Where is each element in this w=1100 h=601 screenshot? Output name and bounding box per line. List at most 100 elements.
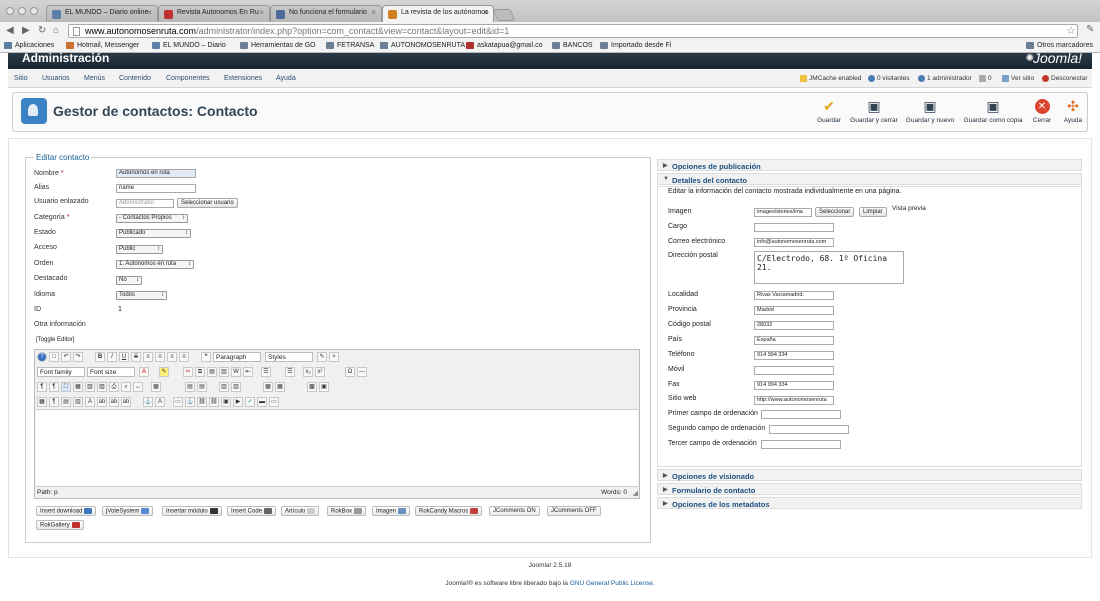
bookmark-item[interactable]: askatapua@gmail.co bbox=[466, 42, 542, 49]
align-center-icon[interactable]: ≡ bbox=[155, 352, 165, 362]
sort2-input[interactable] bbox=[769, 425, 849, 434]
close-tab-icon[interactable]: × bbox=[147, 8, 152, 17]
gpl-license-link[interactable]: GNU General Public License. bbox=[570, 580, 655, 587]
insert-layer-icon[interactable]: ▦ bbox=[37, 397, 47, 407]
row-after-icon[interactable]: ▤ bbox=[197, 382, 207, 392]
editor-text-area[interactable] bbox=[36, 409, 638, 487]
postcode-input[interactable]: 28032 bbox=[754, 321, 834, 330]
clear-image-button[interactable]: Limpiar bbox=[859, 207, 887, 217]
table-icon[interactable]: ▦ bbox=[151, 382, 161, 392]
publishing-options-panel[interactable]: ▶ Opciones de publicación bbox=[657, 159, 1082, 171]
font-family-select[interactable]: Font family bbox=[37, 367, 85, 377]
insert-code-button[interactable]: Insert Code bbox=[227, 506, 277, 516]
cleanup-icon[interactable]: ✧ bbox=[329, 352, 339, 362]
replace-icon[interactable]: ↔ bbox=[133, 382, 143, 392]
numbered-list-icon[interactable]: ☰ bbox=[285, 367, 295, 377]
media-icon[interactable]: ▶ bbox=[233, 397, 243, 407]
city-input[interactable]: Rivas Vaciamadrid. bbox=[754, 291, 834, 300]
split-cells-icon[interactable]: ▦ bbox=[263, 382, 273, 392]
bookmark-item[interactable]: Aplicaciones bbox=[4, 42, 54, 49]
browser-tab-revista[interactable]: Revista Autonomos En Ru × bbox=[158, 5, 270, 22]
browser-tab-active[interactable]: La revista de los autónomos × bbox=[382, 5, 494, 22]
select-user-button[interactable]: Seleccionar usuario bbox=[177, 198, 238, 208]
eraser-icon[interactable]: ✎ bbox=[317, 352, 327, 362]
rokcandy-button[interactable]: RokCandy Macros bbox=[415, 506, 483, 516]
phone-input[interactable]: 914 994 334 bbox=[754, 351, 834, 360]
bookmark-item[interactable]: Importado desde Fi bbox=[600, 42, 671, 49]
bullet-list-icon[interactable]: ☰ bbox=[261, 367, 271, 377]
anchor-icon[interactable]: ⚓ bbox=[143, 397, 153, 407]
align-justify-icon[interactable]: ≡ bbox=[179, 352, 189, 362]
undo-icon[interactable]: ↶ bbox=[61, 352, 71, 362]
display-options-panel[interactable]: ▶ Opciones de visionado bbox=[657, 469, 1082, 481]
new-tab-button[interactable] bbox=[492, 9, 516, 21]
bookmark-item[interactable]: BANCOS bbox=[552, 42, 593, 49]
paragraph-select[interactable]: Paragraph bbox=[213, 352, 261, 362]
align-right-icon[interactable]: ≡ bbox=[167, 352, 177, 362]
province-input[interactable]: Madrid bbox=[754, 306, 834, 315]
wrench-icon[interactable]: ✎ bbox=[1086, 24, 1094, 35]
styles-select[interactable]: Styles bbox=[265, 352, 313, 362]
column-after-icon[interactable]: ▥ bbox=[231, 382, 241, 392]
insert-download-button[interactable]: Insert download bbox=[36, 506, 97, 516]
font-size-select[interactable]: Font size bbox=[87, 367, 135, 377]
email-input[interactable]: info@autonomosenruta.com bbox=[754, 238, 834, 247]
linked-user-input[interactable]: Administrator bbox=[116, 199, 174, 208]
bold-icon[interactable]: B bbox=[95, 352, 105, 362]
sort1-input[interactable] bbox=[761, 410, 841, 419]
copy-icon[interactable]: ⧉ bbox=[195, 367, 205, 377]
cite-icon[interactable]: ▤ bbox=[61, 397, 71, 407]
close-tab-icon[interactable]: × bbox=[483, 8, 488, 17]
anchor-link-icon[interactable]: ⚓ bbox=[185, 397, 195, 407]
row-before-icon[interactable]: ▤ bbox=[185, 382, 195, 392]
bookmark-item[interactable]: EL MUNDO – Diario bbox=[152, 42, 226, 49]
ltr-icon[interactable]: ¶ bbox=[37, 382, 47, 392]
spellcheck-icon[interactable]: ✓ bbox=[245, 397, 255, 407]
menu-contenido[interactable]: Contenido bbox=[119, 75, 151, 82]
menu-usuarios[interactable]: Usuarios bbox=[42, 75, 70, 82]
absolute-icon[interactable]: ▧ bbox=[85, 382, 95, 392]
layer-icon[interactable]: ▦ bbox=[73, 382, 83, 392]
acronym-icon[interactable]: A bbox=[85, 397, 95, 407]
mobile-input[interactable] bbox=[754, 366, 834, 375]
close-tab-icon[interactable]: × bbox=[371, 8, 376, 17]
bookmark-item[interactable]: Hotmail, Messenger bbox=[66, 42, 139, 49]
jcomments-on-button[interactable]: JComments ON bbox=[489, 506, 540, 516]
italic-icon[interactable]: I bbox=[107, 352, 117, 362]
align-left-icon[interactable]: ≡ bbox=[143, 352, 153, 362]
name-input[interactable]: Autonomos en ruta bbox=[116, 169, 196, 178]
column-before-icon[interactable]: ▥ bbox=[219, 382, 229, 392]
image-input[interactable]: images/stories/ima bbox=[754, 208, 812, 217]
bookmark-item[interactable]: FETRANSA bbox=[326, 42, 374, 49]
category-select[interactable]: - Contactos Propios bbox=[116, 214, 188, 223]
insert-image-icon[interactable]: ▣ bbox=[221, 397, 231, 407]
menu-extensiones[interactable]: Extensiones bbox=[224, 75, 262, 82]
close-tab-icon[interactable]: × bbox=[259, 8, 264, 17]
paste-text-icon[interactable]: ▥ bbox=[219, 367, 229, 377]
zoom-window-icon[interactable] bbox=[30, 7, 38, 15]
view-site-link[interactable]: Ver sitio bbox=[1002, 75, 1034, 82]
subscript-icon[interactable]: x₂ bbox=[303, 367, 313, 377]
resize-handle-icon[interactable]: ◢ bbox=[633, 489, 638, 497]
image-button[interactable]: Imagen bbox=[372, 506, 411, 516]
website-input[interactable]: http://www.autonomosenruta bbox=[754, 396, 834, 405]
abbr-icon[interactable]: ▥ bbox=[73, 397, 83, 407]
strikethrough-icon[interactable]: S bbox=[131, 352, 141, 362]
help-button[interactable]: ✣ Ayuda bbox=[1061, 99, 1085, 125]
insert-module-button[interactable]: Insertar módulo bbox=[162, 506, 222, 516]
print-icon[interactable]: ⎙ bbox=[109, 382, 119, 392]
attributes-icon[interactable]: ab bbox=[121, 397, 131, 407]
del-icon[interactable]: ab bbox=[97, 397, 107, 407]
logout-link[interactable]: Desconectar bbox=[1042, 75, 1088, 82]
contact-details-panel[interactable]: ▼ Detalles del contacto bbox=[657, 173, 1082, 185]
image-icon[interactable]: ▭ bbox=[173, 397, 183, 407]
featured-select[interactable]: No bbox=[116, 276, 142, 285]
save-copy-button[interactable]: ▣ Guardar como copia bbox=[963, 99, 1023, 125]
article-button[interactable]: Artículo bbox=[281, 506, 320, 516]
template-icon[interactable]: ▨ bbox=[97, 382, 107, 392]
back-arrow-icon[interactable]: ◀ bbox=[6, 25, 14, 36]
reload-icon[interactable]: ↻ bbox=[38, 25, 46, 36]
paste-word-icon[interactable]: W bbox=[231, 367, 241, 377]
close-window-icon[interactable] bbox=[6, 7, 14, 15]
save-button[interactable]: ✔ Guardar bbox=[811, 99, 847, 125]
